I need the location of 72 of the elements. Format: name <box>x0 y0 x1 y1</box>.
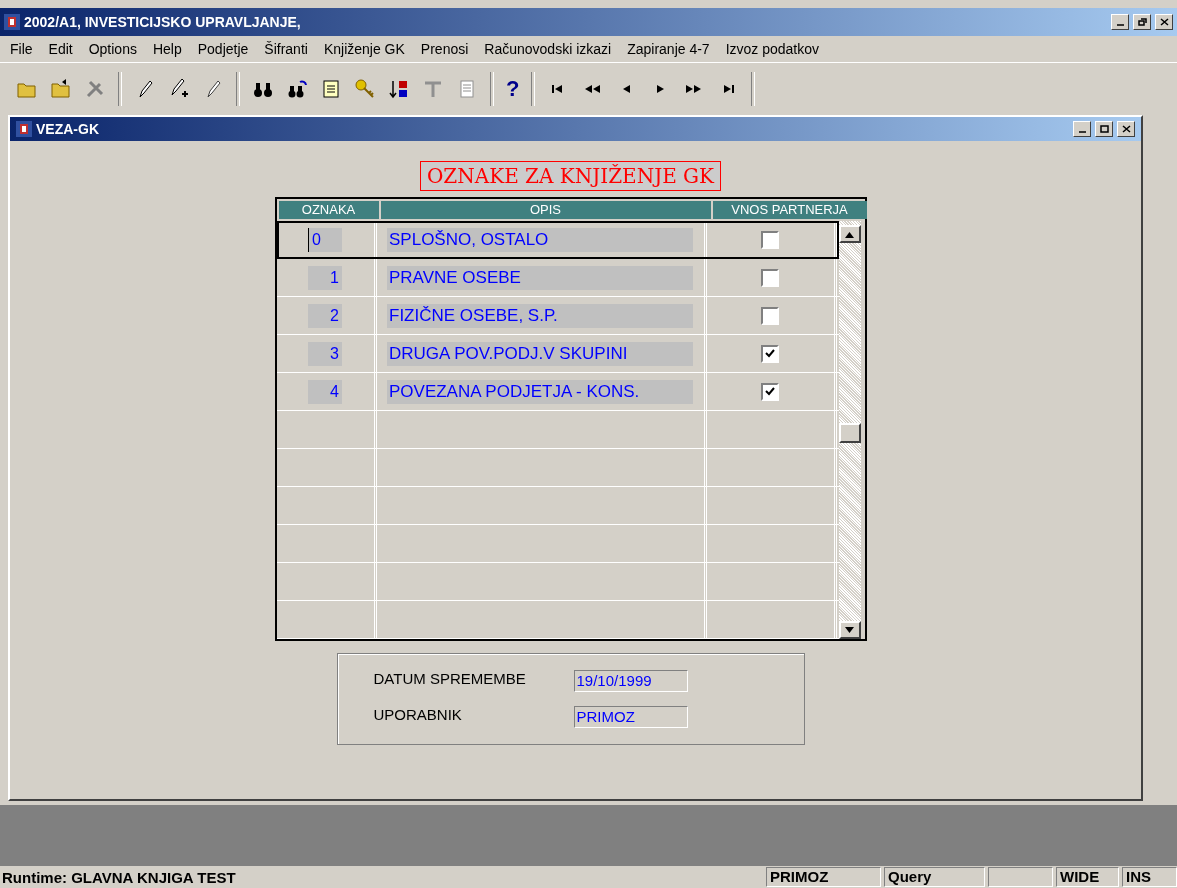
status-panel: INS <box>1122 867 1177 887</box>
checkbox[interactable] <box>761 344 779 363</box>
code-field[interactable]: 2 <box>308 303 342 328</box>
scroll-down-icon <box>845 626 854 634</box>
description-field[interactable]: DRUGA POV.PODJ.V SKUPINI <box>387 341 693 366</box>
status-panel: WIDE <box>1056 867 1119 887</box>
minimize-button[interactable] <box>1073 121 1091 137</box>
maximize-button[interactable] <box>1095 121 1113 137</box>
status-panel: Query <box>884 867 985 887</box>
status-panel <box>988 867 1053 887</box>
pencil-plus-icon[interactable] <box>168 78 190 100</box>
description-field[interactable]: POVEZANA PODJETJA - KONS. <box>387 379 693 404</box>
code-field[interactable]: 4 <box>308 379 342 404</box>
table-row[interactable]: 2 FIZIČNE OSEBE, S.P. <box>276 297 839 335</box>
menu-item[interactable]: Podjetje <box>197 41 249 57</box>
scroll-up-icon <box>845 230 854 238</box>
menu-item[interactable]: Izvoz podatkov <box>725 41 820 57</box>
table-row[interactable]: 3 DRUGA POV.PODJ.V SKUPINI <box>276 335 839 373</box>
field-label: UPORABNIK <box>373 706 463 725</box>
column-header: OZNAKA <box>278 201 379 219</box>
help-button[interactable]: ? <box>506 76 520 102</box>
code-field[interactable]: 3 <box>308 341 342 366</box>
close-button[interactable] <box>1155 14 1173 30</box>
close-icon <box>1121 125 1131 133</box>
key-icon[interactable] <box>354 78 376 100</box>
checkmark-icon <box>765 387 775 396</box>
close-button[interactable] <box>1117 121 1135 137</box>
folder-icon[interactable] <box>50 78 72 100</box>
window-title: 2002/A1, INVESTICIJSKO UPRAVLJANJE, <box>24 14 302 30</box>
form-title: OZNAKE ZA KNJIŽENJE GK <box>419 161 722 191</box>
column-header: OPIS <box>380 201 711 219</box>
status-panel: PRIMOZ <box>766 867 881 887</box>
checkbox[interactable] <box>761 268 779 287</box>
input-field[interactable]: 19/10/1999 <box>573 670 688 692</box>
menu-item[interactable]: Edit <box>48 41 73 57</box>
column-header: VNOS PARTNERJA <box>712 201 867 219</box>
description-field[interactable]: SPLOŠNO, OSTALO <box>387 227 693 252</box>
menu-item[interactable]: Zapiranje 4-7 <box>627 41 710 57</box>
document-icon[interactable] <box>320 78 342 100</box>
checkmark-icon <box>765 349 775 358</box>
menu-item[interactable]: Prenosi <box>420 41 469 57</box>
checkbox[interactable] <box>761 230 779 249</box>
maximize-icon <box>1099 125 1109 133</box>
table-row[interactable]: 4 POVEZANA PODJETJA - KONS. <box>276 373 839 411</box>
menu-item[interactable]: Šifranti <box>264 41 308 57</box>
checkbox[interactable] <box>761 306 779 325</box>
restore-button[interactable] <box>1133 14 1151 30</box>
menu-item[interactable]: File <box>10 41 33 57</box>
scroll-thumb[interactable] <box>838 423 861 443</box>
table-row[interactable]: 0 SPLOŠNO, OSTALO <box>276 221 839 259</box>
table-row[interactable]: 1 PRAVNE OSEBE <box>276 259 839 297</box>
description-field[interactable]: PRAVNE OSEBE <box>387 265 693 290</box>
menu-item[interactable]: Options <box>88 41 137 57</box>
description-field[interactable]: FIZIČNE OSEBE, S.P. <box>387 303 693 328</box>
binoculars-icon[interactable] <box>286 78 308 100</box>
menu-item[interactable]: Help <box>152 41 182 57</box>
restore-icon <box>1137 18 1147 26</box>
close-icon <box>1159 18 1169 26</box>
minimize-button[interactable] <box>1111 14 1129 30</box>
menu-item[interactable]: Knjiženje GK <box>323 41 405 57</box>
field-label: DATUM SPREMEMBE <box>373 670 527 689</box>
sort-icon[interactable] <box>388 78 410 100</box>
code-field[interactable]: 1 <box>308 265 342 290</box>
child-window-title: VEZA-GK <box>36 121 100 137</box>
input-field[interactable]: PRIMOZ <box>573 706 688 728</box>
code-field[interactable]: 0 <box>308 227 342 252</box>
checkbox[interactable] <box>761 382 779 401</box>
scrollbar[interactable] <box>838 221 861 639</box>
menu-item[interactable]: Računovodski izkazi <box>484 41 612 57</box>
status-text: Runtime: GLAVNA KNJIGA TEST <box>1 868 237 886</box>
app-icon <box>4 14 20 30</box>
app-icon <box>16 121 32 137</box>
